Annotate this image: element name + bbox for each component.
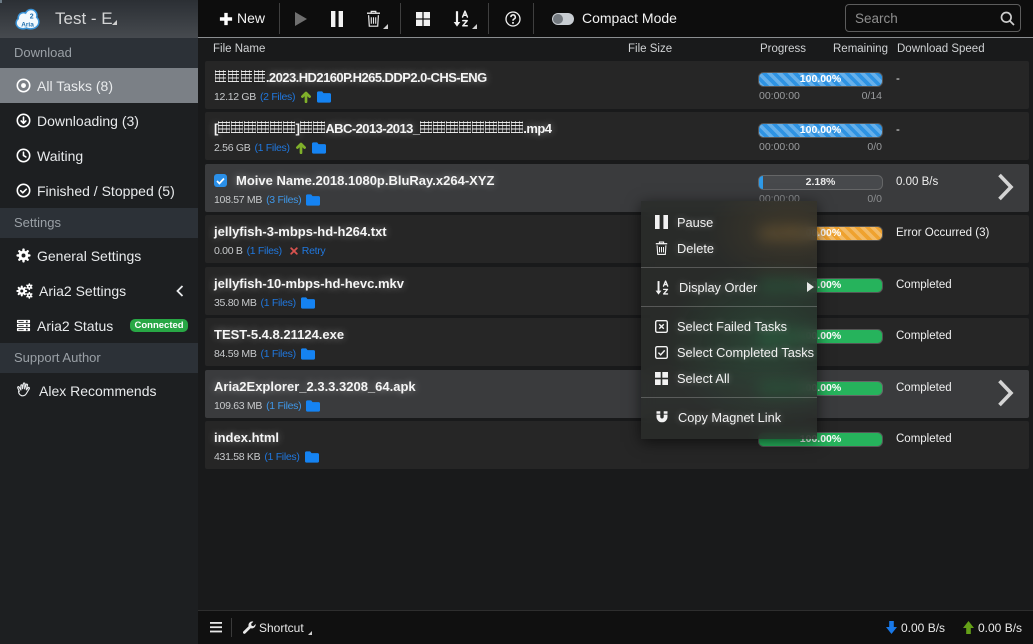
svg-text:2: 2 bbox=[30, 14, 34, 21]
svg-text:Aria: Aria bbox=[21, 22, 34, 29]
